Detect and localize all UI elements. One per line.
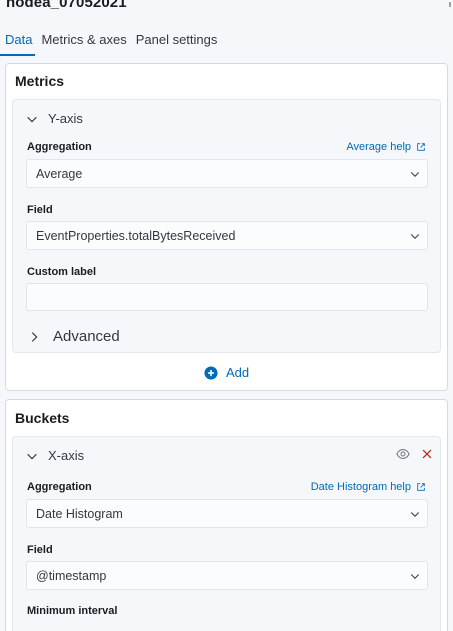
buckets-title: Buckets — [15, 410, 70, 426]
add-metric-button[interactable]: Add — [204, 365, 249, 380]
x-axis-toggle[interactable]: X-axis — [25, 448, 84, 463]
tab-panel-settings[interactable]: Panel settings — [136, 26, 218, 56]
x-axis-accordion: X-axis Aggregation Date Histogram help D… — [12, 436, 441, 631]
chevron-down-icon — [25, 112, 39, 126]
advanced-toggle[interactable]: Advanced — [27, 328, 120, 345]
custom-label-label: Custom label — [27, 266, 97, 278]
y-axis-toggle[interactable]: Y-axis — [25, 111, 83, 126]
chevron-down-icon — [409, 230, 421, 242]
vis-editor-sidebar: nodea_07052021 Data Metrics & axes Panel… — [0, 0, 453, 631]
advanced-label: Advanced — [53, 328, 120, 345]
chevron-down-icon — [409, 508, 421, 520]
y-axis-header: Y-axis — [48, 111, 83, 126]
editor-tabs: Data Metrics & axes Panel settings — [0, 26, 453, 56]
x-field-value: @timestamp — [36, 569, 107, 583]
eye-icon[interactable] — [396, 447, 410, 461]
metrics-title: Metrics — [15, 73, 65, 89]
x-axis-actions — [396, 447, 434, 461]
x-aggregation-select[interactable]: Date Histogram — [26, 499, 428, 528]
y-axis-accordion: Y-axis Aggregation Average help Average … — [12, 99, 441, 353]
chevron-right-icon — [27, 330, 41, 344]
x-aggregation-value: Date Histogram — [36, 507, 123, 521]
y-field-label: Field — [27, 204, 53, 216]
y-aggregation-label: Aggregation — [27, 141, 92, 153]
tab-data[interactable]: Data — [0, 26, 36, 56]
x-aggregation-label: Aggregation — [27, 481, 92, 493]
chevron-down-icon — [409, 570, 421, 582]
chevron-down-icon — [409, 168, 421, 180]
plus-circle-icon — [204, 365, 218, 380]
tab-metrics-axes[interactable]: Metrics & axes — [41, 26, 126, 56]
y-field-value: EventProperties.totalBytesReceived — [36, 229, 236, 243]
x-field-select[interactable]: @timestamp — [26, 561, 428, 590]
x-axis-header: X-axis — [48, 448, 85, 463]
buckets-panel: Buckets X-axis Aggregation Date Histogra… — [5, 399, 448, 631]
external-link-icon — [416, 482, 426, 492]
date-histogram-help-link[interactable]: Date Histogram help — [311, 481, 426, 493]
average-help-link[interactable]: Average help — [346, 141, 426, 153]
y-field-select[interactable]: EventProperties.totalBytesReceived — [26, 221, 428, 250]
close-icon[interactable] — [420, 447, 434, 461]
custom-label-input[interactable] — [26, 283, 428, 311]
y-aggregation-value: Average — [36, 167, 83, 181]
external-link-icon — [416, 142, 426, 152]
chevron-down-icon — [25, 449, 39, 463]
add-label: Add — [226, 365, 250, 380]
average-help-text: Average help — [346, 141, 411, 153]
date-histogram-help-text: Date Histogram help — [310, 481, 411, 493]
metrics-panel: Metrics Y-axis Aggregation Average help … — [5, 63, 448, 391]
sidebar-resize-handle[interactable] — [449, 2, 451, 7]
index-pattern-title: nodea_07052021 — [6, 0, 127, 11]
y-aggregation-select[interactable]: Average — [26, 159, 428, 188]
x-field-label: Field — [27, 544, 53, 556]
min-interval-label: Minimum interval — [27, 605, 118, 617]
